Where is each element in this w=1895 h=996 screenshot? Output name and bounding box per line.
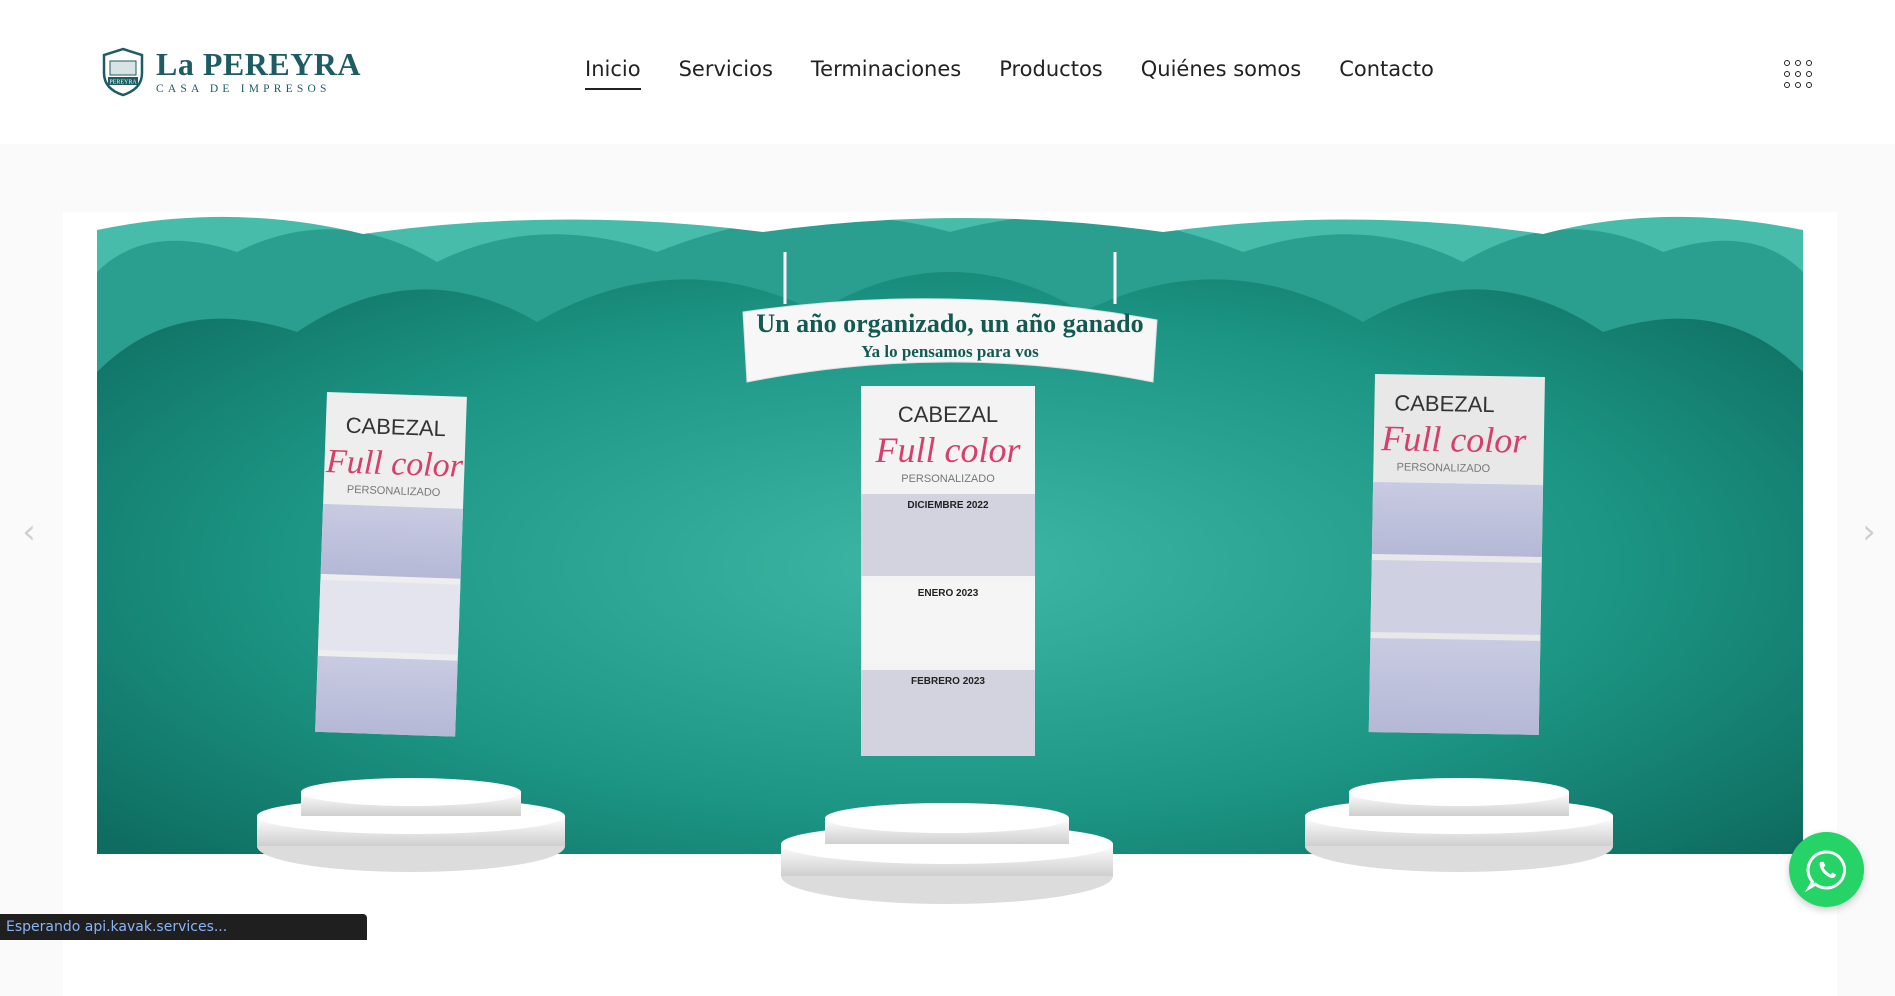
svg-text:FEBRERO 2023: FEBRERO 2023	[911, 676, 985, 687]
svg-text:CABEZAL: CABEZAL	[898, 402, 998, 427]
svg-text:Full color: Full color	[1380, 418, 1528, 461]
brand-subtitle: CASA DE IMPRESOS	[156, 83, 331, 95]
whatsapp-icon	[1804, 849, 1846, 892]
calendar-left: CABEZAL Full color PERSONALIZADO	[315, 392, 467, 737]
shield-logo-icon: PEREYRA	[102, 47, 144, 97]
svg-text:PERSONALIZADO: PERSONALIZADO	[901, 473, 995, 485]
hero-slider: ‹ › Un año organizado, un año ganado Ya …	[0, 144, 1895, 996]
nav-servicios[interactable]: Servicios	[679, 56, 773, 90]
brand-title: La PEREYRA	[156, 46, 362, 82]
calendar-center: CABEZAL Full color PERSONALIZADO DICIEMB…	[861, 386, 1035, 756]
svg-text:Full color: Full color	[875, 430, 1022, 470]
nav-contacto[interactable]: Contacto	[1339, 56, 1434, 90]
nav-terminaciones[interactable]: Terminaciones	[811, 56, 961, 90]
grid-dots-icon[interactable]	[1784, 60, 1812, 88]
calendar-right: CABEZAL Full color PERSONALIZADO	[1368, 374, 1545, 735]
site-header: PEREYRA La PEREYRA CASA DE IMPRESOS Inic…	[0, 0, 1895, 144]
svg-text:ENERO 2023: ENERO 2023	[918, 588, 979, 599]
svg-text:DICIEMBRE 2022: DICIEMBRE 2022	[907, 500, 989, 511]
svg-text:CABEZAL: CABEZAL	[1394, 390, 1495, 417]
svg-text:PEREYRA: PEREYRA	[109, 80, 137, 86]
chevron-left-icon[interactable]: ‹	[14, 512, 44, 552]
svg-text:Full color: Full color	[324, 443, 464, 485]
chevron-right-icon[interactable]: ›	[1854, 512, 1884, 552]
banner-line-1: Un año organizado, un año ganado	[756, 309, 1143, 338]
whatsapp-button[interactable]	[1789, 832, 1864, 907]
main-nav: Inicio Servicios Terminaciones Productos…	[585, 56, 1434, 90]
svg-text:PERSONALIZADO: PERSONALIZADO	[1397, 461, 1491, 475]
browser-status-bar: Esperando api.kavak.services...	[0, 914, 367, 940]
banner-line-2: Ya lo pensamos para vos	[861, 342, 1039, 361]
slide-image: Un año organizado, un año ganado Ya lo p…	[63, 212, 1837, 996]
nav-inicio[interactable]: Inicio	[585, 56, 641, 90]
nav-productos[interactable]: Productos	[999, 56, 1103, 90]
svg-text:CABEZAL: CABEZAL	[345, 413, 446, 441]
nav-quienes-somos[interactable]: Quiénes somos	[1141, 56, 1301, 90]
brand-logo[interactable]: PEREYRA La PEREYRA CASA DE IMPRESOS	[100, 46, 361, 98]
